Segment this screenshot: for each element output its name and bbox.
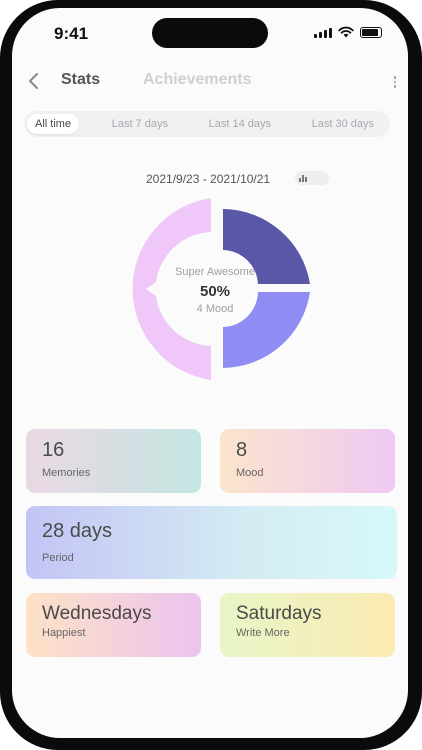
status-time: 9:41 xyxy=(54,24,89,43)
period-card[interactable]: 28 days Period xyxy=(26,506,397,579)
mood-count: 8 xyxy=(236,439,248,461)
app-screen: 9:41 Stats Achievements All time Last 7 … xyxy=(12,8,408,738)
filter-last-7-days[interactable]: Last 7 days xyxy=(104,114,176,134)
period-label: Period xyxy=(42,552,74,564)
time-filter-segmented-control: All time Last 7 days Last 14 days Last 3… xyxy=(24,111,390,137)
top-mood-count: 4 Mood xyxy=(196,303,234,315)
date-range-label: 2021/9/23 - 2021/10/21 xyxy=(146,172,271,186)
memories-label: Memories xyxy=(42,467,91,479)
chevron-left-icon xyxy=(29,73,38,89)
filter-last-30-days[interactable]: Last 30 days xyxy=(304,114,382,134)
period-value: 28 days xyxy=(42,520,113,542)
donut-center-summary: Super Awesome 50% 4 Mood xyxy=(160,266,270,315)
more-options-button[interactable] xyxy=(390,72,400,92)
status-icons xyxy=(314,26,382,38)
battery-icon xyxy=(360,27,382,38)
phone-frame: 9:41 Stats Achievements All time Last 7 … xyxy=(0,0,422,750)
cellular-signal-icon xyxy=(314,28,332,38)
happiest-day-label: Happiest xyxy=(42,627,86,639)
chart-type-toggle[interactable] xyxy=(295,171,329,185)
top-mood-label: Super Awesome xyxy=(175,266,255,278)
write-more-card[interactable]: Saturdays Write More xyxy=(220,593,395,657)
more-dot-icon xyxy=(393,76,397,79)
top-mood-percent: 50% xyxy=(199,283,231,300)
dynamic-island xyxy=(152,18,268,48)
more-dot-icon xyxy=(393,80,397,84)
happiest-day-card[interactable]: Wednesdays Happiest xyxy=(26,593,201,657)
top-navigation: Stats Achievements xyxy=(12,68,408,98)
happiest-day-value: Wednesdays xyxy=(42,603,152,624)
bar-chart-icon xyxy=(299,174,307,182)
memories-count: 16 xyxy=(42,439,65,461)
mood-label: Mood xyxy=(236,467,264,479)
memories-card[interactable]: 16 Memories xyxy=(26,429,201,493)
mood-card[interactable]: 8 Mood xyxy=(220,429,395,493)
write-more-value: Saturdays xyxy=(236,603,322,624)
tab-stats[interactable]: Stats xyxy=(61,71,100,89)
write-more-label: Write More xyxy=(236,627,290,639)
more-dot-icon xyxy=(393,85,397,88)
filter-all-time[interactable]: All time xyxy=(27,114,80,134)
filter-last-14-days[interactable]: Last 14 days xyxy=(201,114,279,134)
tab-achievements[interactable]: Achievements xyxy=(143,71,252,89)
back-button[interactable] xyxy=(22,68,44,94)
wifi-icon xyxy=(338,26,354,38)
